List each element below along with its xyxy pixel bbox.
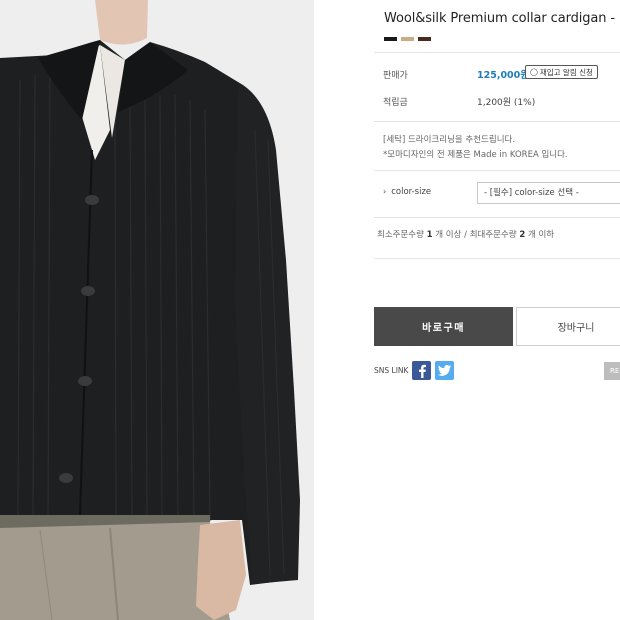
max-quantity-label: 최대주문수량 (469, 230, 517, 240)
max-quantity-value: 2 (519, 230, 526, 240)
divider (374, 121, 620, 122)
product-photo (0, 0, 314, 620)
min-quantity-label: 최소주문수량 (377, 230, 424, 240)
option-label: › color-size (383, 187, 431, 197)
points-value: 1,200원 (1%) (477, 98, 536, 108)
facebook-icon[interactable] (412, 361, 431, 380)
divider (374, 170, 620, 171)
product-image (0, 0, 300, 620)
review-button[interactable]: RE (604, 362, 620, 380)
price-value: 125,000원 (477, 70, 530, 81)
bell-icon: ◯ (530, 67, 538, 76)
buy-now-button[interactable]: 바로구매 (374, 307, 513, 346)
care-note: [세탁] 드라이크리닝을 추천드립니다. (383, 135, 516, 145)
restock-alert-button[interactable]: ◯ 재입고 알림 신청 (525, 65, 598, 79)
chevron-right-icon: › (383, 187, 387, 196)
swatch-brown[interactable] (418, 37, 431, 41)
order-quantity-limits: 최소주문수량 1 개 이상 / 최대주문수량 2 개 이하 (377, 228, 554, 240)
add-to-cart-button[interactable]: 장바구니 (516, 307, 620, 346)
color-swatches (384, 37, 431, 41)
divider (374, 217, 620, 218)
origin-note: *모마디자인의 전 제품은 Made in KOREA 입니다. (383, 150, 568, 160)
product-info-panel: Wool&silk Premium collar cardigan - 3 c … (314, 0, 620, 620)
max-quantity-suffix: 개 이하 (527, 230, 555, 240)
swatch-beige[interactable] (401, 37, 414, 41)
min-quantity-suffix: 개 이상 / (435, 230, 467, 240)
color-size-select[interactable]: - [필수] color-size 선택 - (477, 182, 620, 204)
price-label: 판매가 (383, 71, 408, 81)
option-label-text: color-size (391, 187, 432, 197)
divider (374, 52, 620, 53)
swatch-black[interactable] (384, 37, 397, 41)
product-title: Wool&silk Premium collar cardigan - 3 c (384, 11, 620, 26)
sns-link-label: SNS LINK (374, 366, 409, 375)
restock-alert-label: 재입고 알림 신청 (539, 67, 593, 77)
min-quantity-value: 1 (426, 230, 433, 240)
points-label: 적립금 (383, 98, 408, 108)
twitter-icon[interactable] (435, 361, 454, 380)
divider (374, 258, 620, 259)
